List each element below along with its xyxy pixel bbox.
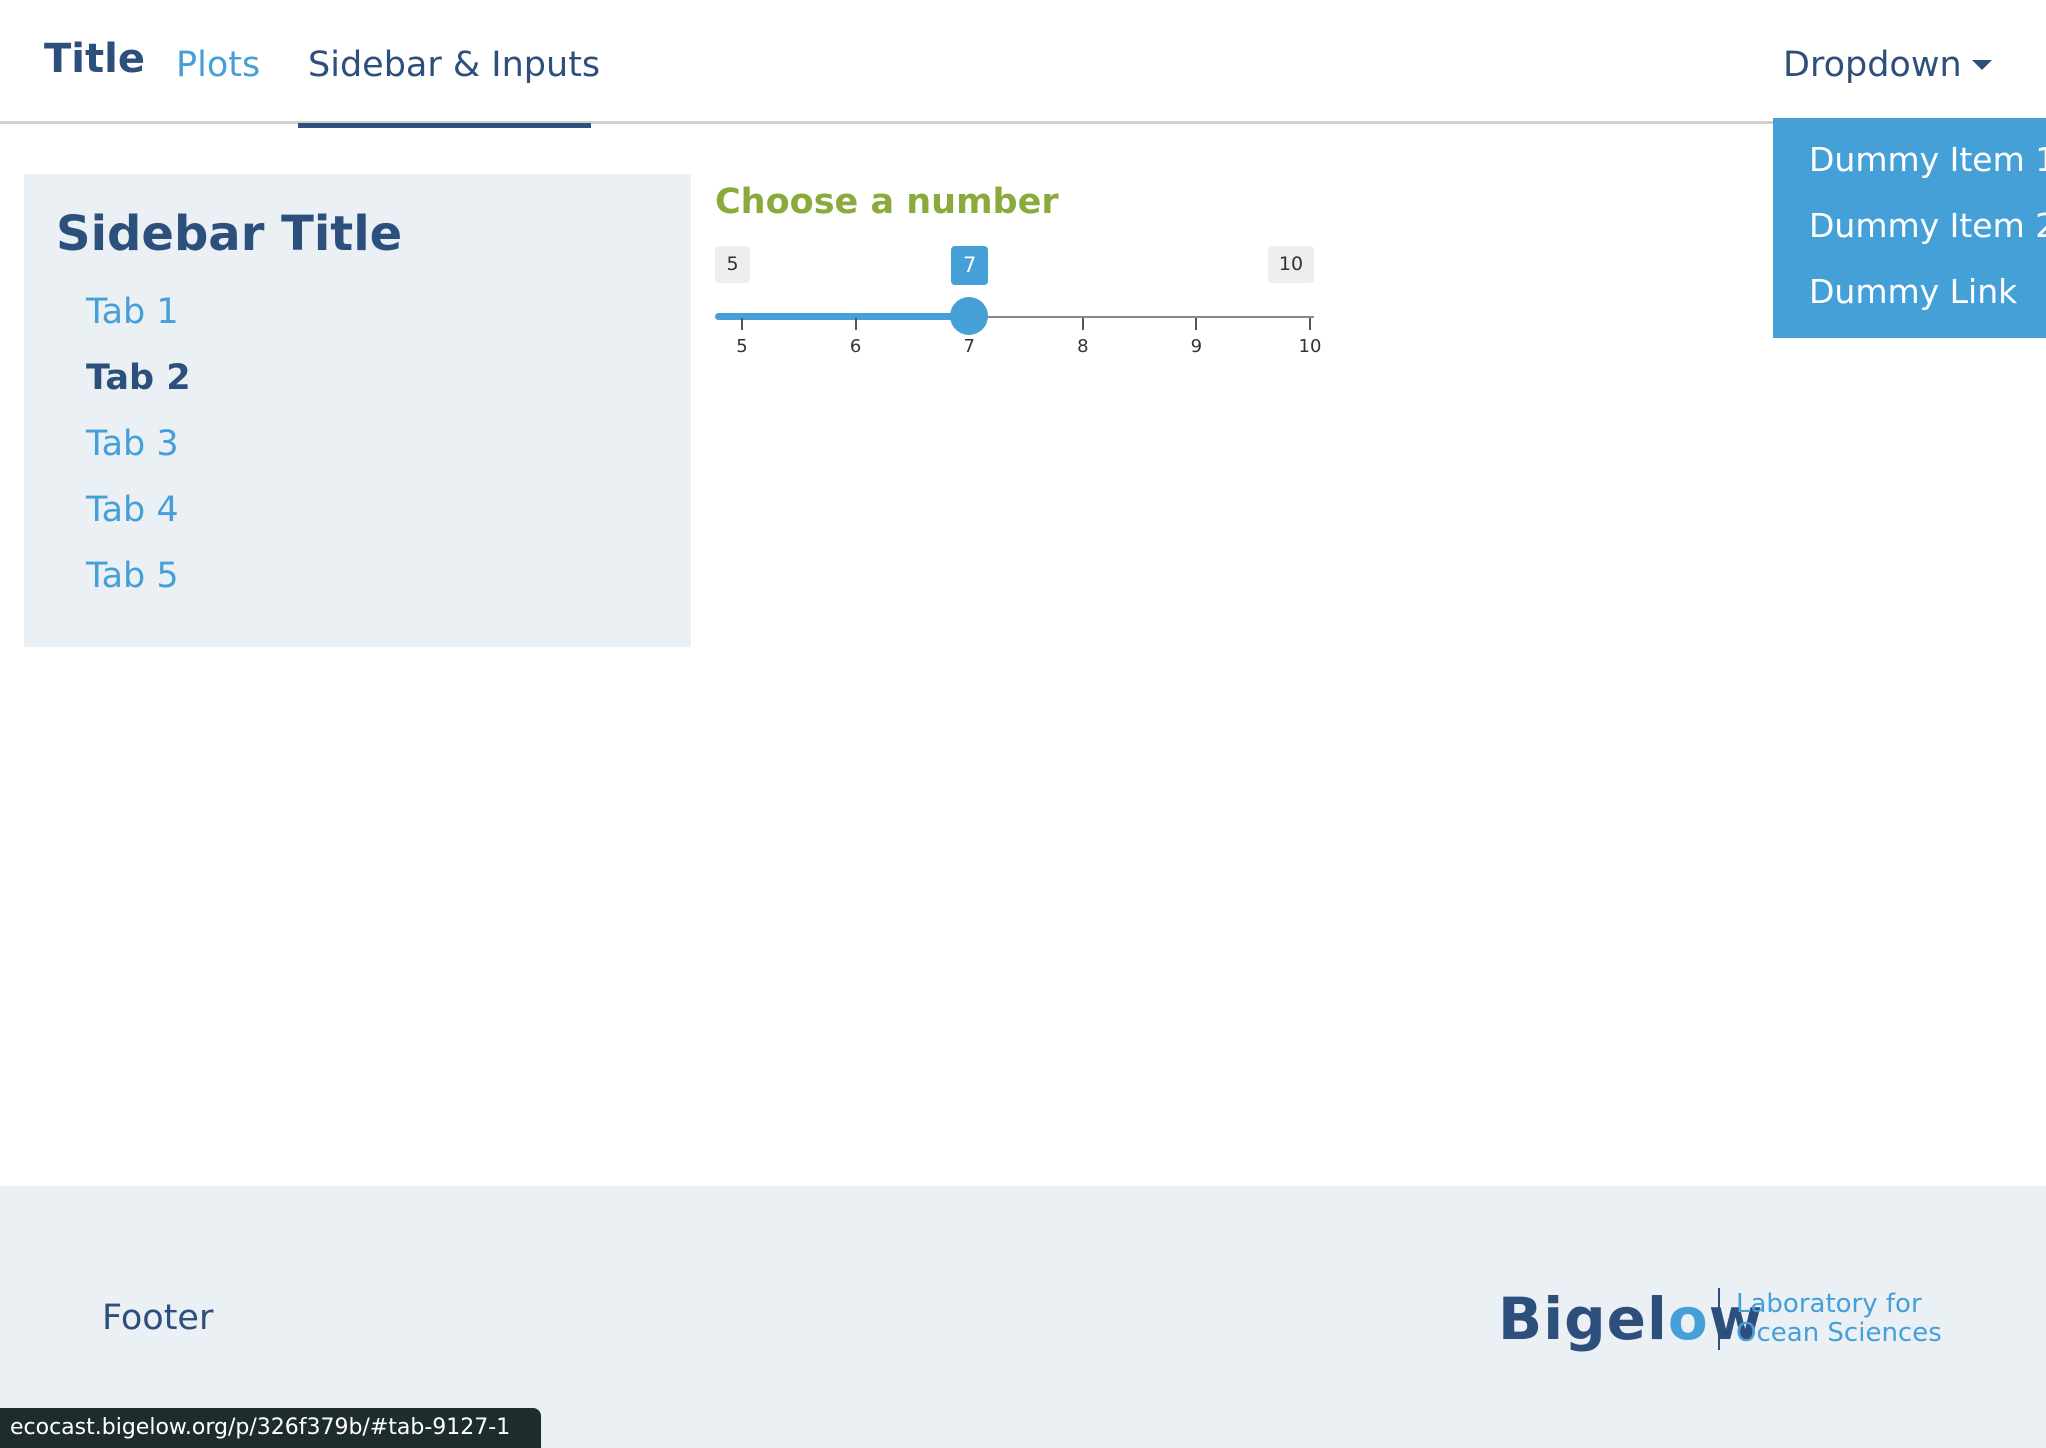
- dropdown-item-dummy-1[interactable]: Dummy Item 1: [1809, 140, 2046, 179]
- slider-tick: [1081, 318, 1084, 330]
- logo-word-accent: o: [1667, 1285, 1709, 1353]
- slider-min-label: 5: [715, 246, 750, 283]
- active-nav-indicator: [298, 123, 591, 128]
- slider-value-label: 7: [951, 246, 989, 285]
- footer-text: Footer: [102, 1298, 214, 1338]
- sidebar-tab-3[interactable]: Tab 3: [86, 424, 179, 464]
- sidebar-tab-2[interactable]: Tab 2: [86, 358, 191, 398]
- dropdown-item-dummy-2[interactable]: Dummy Item 2: [1809, 206, 2046, 245]
- sidebar-panel: Sidebar Title Tab 1 Tab 2 Tab 3 Tab 4 Ta…: [24, 174, 691, 647]
- navbar-brand[interactable]: Title: [44, 36, 145, 82]
- slider-tick-label: 9: [1190, 336, 1203, 357]
- slider-max-label: 10: [1268, 246, 1314, 283]
- slider-label: Choose a number: [715, 182, 1059, 222]
- slider-tick-label: 8: [1077, 336, 1089, 357]
- dropdown-menu: Dummy Item 1 Dummy Item 2 Dummy Link: [1773, 118, 2046, 338]
- logo-subtitle-line1: Laboratory for: [1736, 1289, 1922, 1319]
- nav-link-sidebar-inputs[interactable]: Sidebar & Inputs: [308, 45, 600, 85]
- logo-subtitle-line2: Ocean Sciences: [1736, 1318, 1942, 1348]
- logo-subtitle: Laboratory for Ocean Sciences: [1736, 1290, 1942, 1348]
- slider-tick: [854, 318, 857, 330]
- slider-track-fill: [715, 313, 970, 320]
- navbar: Title Plots Sidebar & Inputs Dropdown: [0, 0, 2046, 128]
- nav-dropdown-toggle[interactable]: Dropdown: [1783, 45, 1962, 85]
- nav-link-plots[interactable]: Plots: [176, 45, 260, 85]
- logo-word-start: Bigel: [1498, 1285, 1668, 1353]
- slider-tick: [741, 318, 743, 330]
- slider-handle[interactable]: [950, 297, 989, 335]
- slider-tick-label: 6: [849, 336, 862, 357]
- slider-tick: [1309, 318, 1311, 330]
- sidebar-tab-1[interactable]: Tab 1: [86, 292, 179, 332]
- caret-down-icon[interactable]: [1972, 60, 1992, 70]
- dropdown-item-dummy-link[interactable]: Dummy Link: [1809, 272, 2017, 311]
- app-page: Title Plots Sidebar & Inputs Dropdown Du…: [0, 0, 2046, 1448]
- logo-divider: [1718, 1288, 1720, 1350]
- slider-tick-label: 5: [736, 336, 748, 357]
- sidebar-tab-5[interactable]: Tab 5: [86, 556, 179, 596]
- slider-tick: [1195, 318, 1198, 330]
- slider-tick-label: 7: [963, 336, 975, 357]
- sidebar-tab-4[interactable]: Tab 4: [86, 490, 179, 530]
- bigelow-logo: Bigelow: [1498, 1285, 1763, 1353]
- slider-tick-label: 10: [1298, 336, 1322, 357]
- sidebar-title: Sidebar Title: [56, 206, 403, 262]
- browser-status-bar-url: ecocast.bigelow.org/p/326f379b/#tab-9127…: [0, 1408, 541, 1448]
